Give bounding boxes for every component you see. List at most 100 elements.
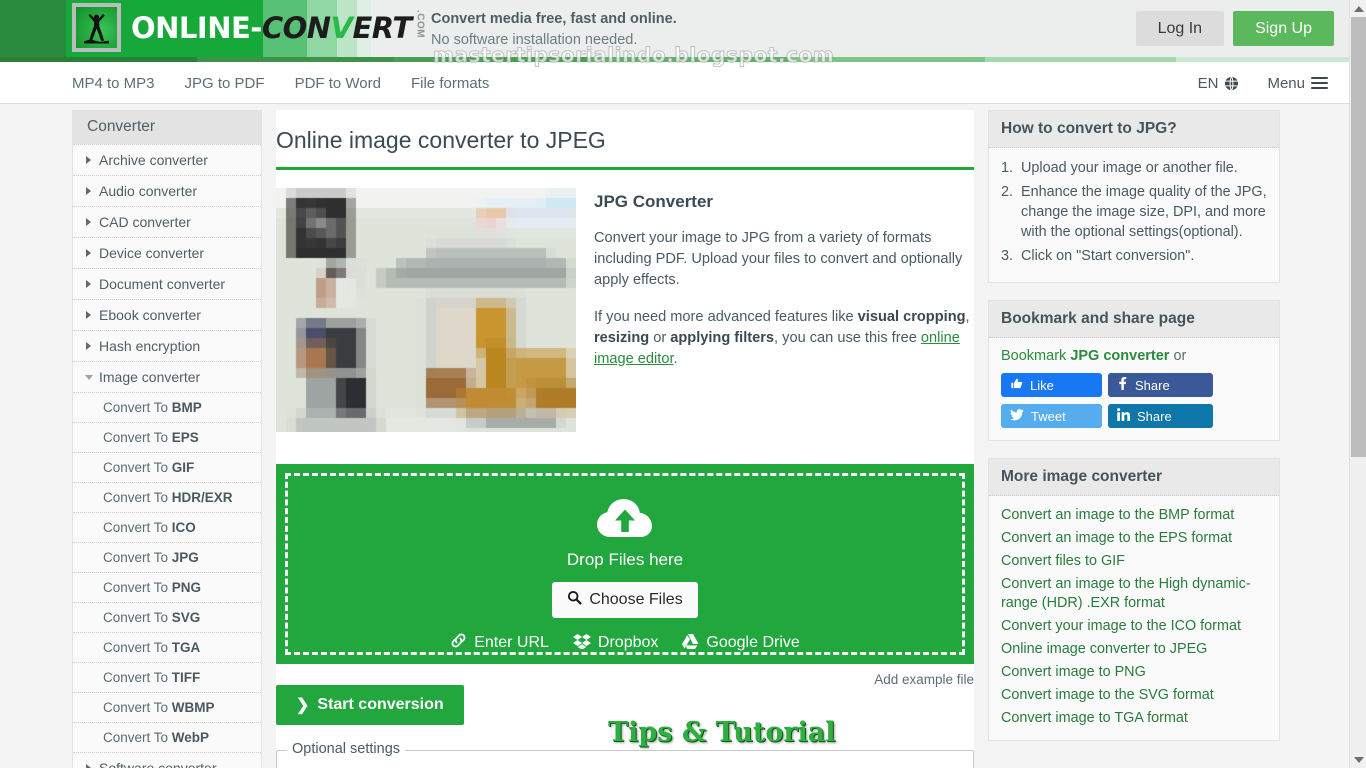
how-to-card: How to convert to JPG? Upload your image… bbox=[988, 110, 1280, 283]
subitem-prefix: Convert To bbox=[103, 490, 172, 505]
subitem-prefix: Convert To bbox=[103, 700, 172, 715]
sidebar-subitem-webp[interactable]: Convert To WebP bbox=[73, 722, 261, 752]
add-example-file-link[interactable]: Add example file bbox=[874, 672, 974, 687]
language-selector[interactable]: EN bbox=[1198, 75, 1240, 92]
wordmark-online: ONLINE bbox=[131, 11, 251, 45]
p2-end: . bbox=[673, 351, 678, 367]
wordmark-v: V bbox=[330, 11, 353, 45]
sidebar-subitem-jpg[interactable]: Convert To JPG bbox=[73, 542, 261, 572]
scrollbar-thumb[interactable] bbox=[1351, 17, 1366, 457]
sidebar-item-document-converter[interactable]: Document converter bbox=[73, 268, 261, 299]
sidebar-item-device-converter[interactable]: Device converter bbox=[73, 237, 261, 268]
more-link-svg[interactable]: Convert image to the SVG format bbox=[1001, 686, 1267, 705]
subitem-prefix: Convert To bbox=[103, 400, 172, 415]
enter-url-label: Enter URL bbox=[474, 634, 549, 651]
globe-icon bbox=[1224, 76, 1239, 91]
choose-files-button[interactable]: Choose Files bbox=[552, 582, 698, 618]
sidebar-item-audio-converter[interactable]: Audio converter bbox=[73, 175, 261, 206]
bookmark-share-card: Bookmark and share page Bookmark JPG con… bbox=[988, 300, 1280, 441]
header-tagline: Convert media free, fast and online. No … bbox=[431, 9, 677, 51]
facebook-icon bbox=[1117, 377, 1128, 393]
more-link-eps[interactable]: Convert an image to the EPS format bbox=[1001, 529, 1267, 548]
wordmark-dash: - bbox=[250, 11, 262, 45]
sidebar-subitem-wbmp[interactable]: Convert To WBMP bbox=[73, 692, 261, 722]
sidebar-item-label: Hash encryption bbox=[99, 338, 201, 354]
chevron-right-icon bbox=[86, 156, 91, 164]
subitem-format: PNG bbox=[171, 580, 202, 595]
sidebar-item-label: CAD converter bbox=[99, 214, 191, 230]
twitter-tweet-button[interactable]: Tweet bbox=[1001, 404, 1102, 428]
page-scrollbar[interactable] bbox=[1349, 0, 1366, 768]
more-link-hdr[interactable]: Convert an image to the High dynamic-ran… bbox=[1001, 575, 1267, 613]
intro-paragraph-1: Convert your image to JPG from a variety… bbox=[594, 230, 963, 288]
sidebar-item-cad-converter[interactable]: CAD converter bbox=[73, 206, 261, 237]
sidebar-item-software-converter[interactable]: Software converter bbox=[73, 752, 261, 768]
twitter-icon bbox=[1010, 408, 1024, 424]
bookmark-share-title: Bookmark and share page bbox=[989, 301, 1279, 338]
chevron-right-icon bbox=[86, 218, 91, 226]
file-dropzone[interactable]: Drop Files here Choose Files Enter URL D… bbox=[276, 464, 974, 664]
more-link-png[interactable]: Convert image to PNG bbox=[1001, 663, 1267, 682]
dropbox-button[interactable]: Dropbox bbox=[572, 633, 658, 654]
sidebar-item-hash-encryption[interactable]: Hash encryption bbox=[73, 330, 261, 361]
cloud-upload-icon bbox=[594, 495, 656, 546]
nav-right-group: EN Menu bbox=[1198, 62, 1328, 104]
facebook-share-button[interactable]: Share bbox=[1108, 373, 1213, 397]
sidebar-subitem-svg[interactable]: Convert To SVG bbox=[73, 602, 261, 632]
subitem-prefix: Convert To bbox=[103, 640, 172, 655]
sidebar-item-label: Audio converter bbox=[99, 183, 198, 199]
bookmark-line: Bookmark JPG converter or bbox=[1001, 348, 1267, 364]
sidebar-subitem-gif[interactable]: Convert To GIF bbox=[73, 452, 261, 482]
subitem-format: EPS bbox=[171, 430, 199, 445]
google-drive-button[interactable]: Google Drive bbox=[682, 633, 800, 654]
tagline-line-2: No software installation needed. bbox=[431, 32, 638, 48]
more-link-tga[interactable]: Convert image to TGA format bbox=[1001, 709, 1267, 728]
sidebar-subitem-tga[interactable]: Convert To TGA bbox=[73, 632, 261, 662]
more-link-gif[interactable]: Convert files to GIF bbox=[1001, 552, 1267, 571]
nav-link-file-formats[interactable]: File formats bbox=[411, 75, 489, 92]
chevron-right-icon bbox=[86, 342, 91, 350]
bookmark-share-body: Bookmark JPG converter or Like Share Twe… bbox=[989, 338, 1279, 440]
more-converter-links: Convert an image to the BMP format Conve… bbox=[1001, 506, 1267, 728]
more-link-ico[interactable]: Convert your image to the ICO format bbox=[1001, 617, 1267, 636]
sidebar-item-image-converter[interactable]: Image converter bbox=[73, 361, 261, 392]
nav-link-pdf-to-word[interactable]: PDF to Word bbox=[295, 75, 381, 92]
subitem-prefix: Convert To bbox=[103, 520, 172, 535]
sidebar-subitem-hdr-exr[interactable]: Convert To HDR/EXR bbox=[73, 482, 261, 512]
brand-wordmark[interactable]: ONLINE-CONVERT .COM bbox=[131, 10, 426, 46]
nav-link-mp4-to-mp3[interactable]: MP4 to MP3 bbox=[72, 75, 155, 92]
menu-button[interactable]: Menu bbox=[1267, 75, 1328, 92]
action-row: ❯ Start conversion Add example file bbox=[276, 672, 974, 725]
sidebar-subitem-png[interactable]: Convert To PNG bbox=[73, 572, 261, 602]
subitem-prefix: Convert To bbox=[103, 580, 172, 595]
language-label: EN bbox=[1197, 74, 1219, 92]
sidebar-subitem-eps[interactable]: Convert To EPS bbox=[73, 422, 261, 452]
sidebar-item-label: Archive converter bbox=[99, 152, 208, 168]
site-logo[interactable] bbox=[72, 3, 121, 52]
more-converter-title: More image converter bbox=[989, 459, 1279, 496]
converter-sidebar: Converter Archive converter Audio conver… bbox=[72, 110, 262, 768]
facebook-like-button[interactable]: Like bbox=[1001, 373, 1102, 397]
enter-url-button[interactable]: Enter URL bbox=[450, 632, 549, 654]
more-link-jpeg[interactable]: Online image converter to JPEG bbox=[1001, 640, 1267, 659]
sidebar-subitem-bmp[interactable]: Convert To BMP bbox=[73, 392, 261, 422]
linkedin-share-button[interactable]: Share bbox=[1108, 404, 1213, 428]
nav-link-jpg-to-pdf[interactable]: JPG to PDF bbox=[185, 75, 265, 92]
scroll-up-arrow-icon[interactable] bbox=[1350, 0, 1366, 17]
bookmark-post: or bbox=[1169, 348, 1187, 364]
main-column: Online image converter to JPEG JPG Conve… bbox=[276, 110, 974, 768]
sidebar-subitem-ico[interactable]: Convert To ICO bbox=[73, 512, 261, 542]
log-in-button[interactable]: Log In bbox=[1135, 11, 1225, 46]
chevron-down-icon bbox=[85, 375, 93, 384]
subitem-format: HDR/EXR bbox=[171, 490, 233, 505]
scroll-down-arrow-icon[interactable] bbox=[1350, 751, 1366, 768]
sign-up-button[interactable]: Sign Up bbox=[1233, 11, 1334, 46]
sidebar-item-archive-converter[interactable]: Archive converter bbox=[73, 144, 261, 175]
subitem-format: TGA bbox=[171, 640, 201, 655]
start-conversion-button[interactable]: ❯ Start conversion bbox=[276, 685, 464, 725]
bookmark-converter-link[interactable]: JPG converter bbox=[1070, 348, 1169, 364]
sidebar-subitem-tiff[interactable]: Convert To TIFF bbox=[73, 662, 261, 692]
optional-settings-fieldset: Optional settings bbox=[276, 741, 974, 768]
sidebar-item-ebook-converter[interactable]: Ebook converter bbox=[73, 299, 261, 330]
more-link-bmp[interactable]: Convert an image to the BMP format bbox=[1001, 506, 1267, 525]
